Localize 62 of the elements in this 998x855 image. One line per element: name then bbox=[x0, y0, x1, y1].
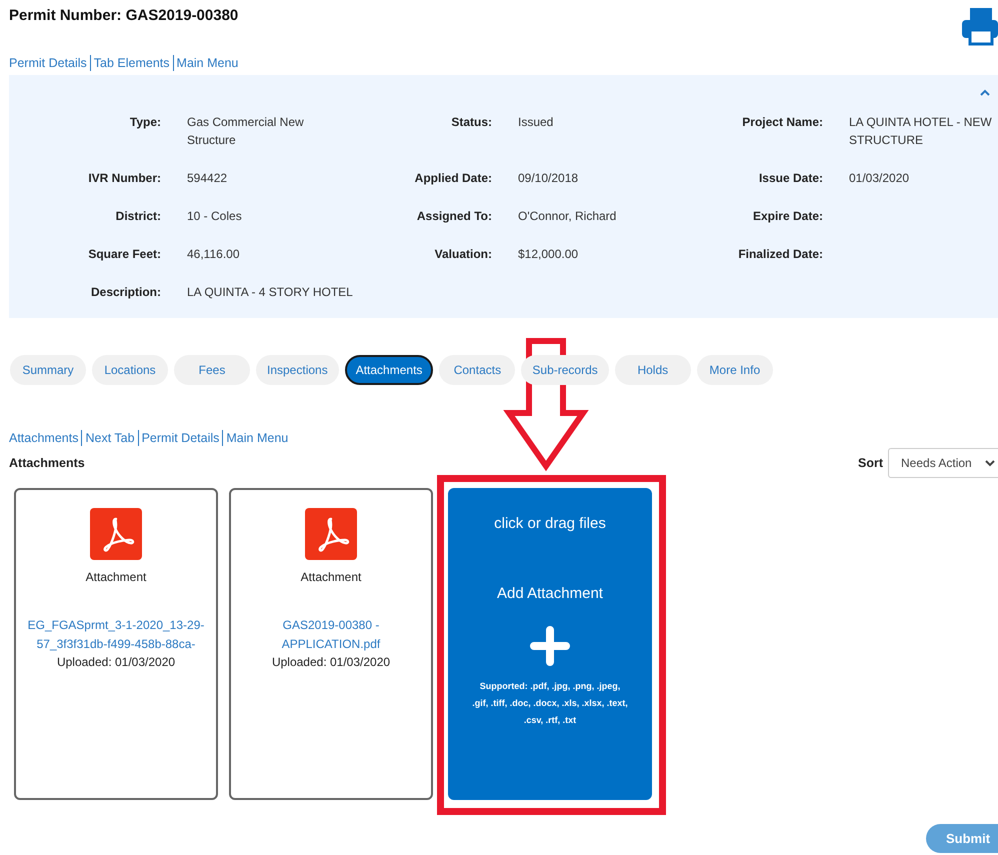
field-value: 594422 bbox=[187, 170, 228, 187]
tab[interactable]: Holds bbox=[614, 355, 691, 385]
page-title: Permit Number: GAS2019-00380 bbox=[9, 6, 238, 26]
field-label: Valuation: bbox=[434, 246, 492, 263]
field-label: Issue Date: bbox=[758, 170, 823, 187]
field-value: Gas Commercial New Structure bbox=[187, 114, 305, 149]
field-value: 10 - Coles bbox=[187, 208, 243, 225]
tab[interactable]: Contacts bbox=[439, 355, 516, 385]
submit-button[interactable]: Submit bbox=[926, 824, 998, 853]
field-label: Assigned To: bbox=[416, 208, 492, 225]
nav-link[interactable]: Attachments bbox=[9, 430, 78, 446]
section-title: Attachments bbox=[9, 456, 85, 470]
pdf-icon bbox=[90, 508, 142, 560]
field-label: Applied Date: bbox=[414, 170, 492, 187]
upload-hint: click or drag files bbox=[494, 514, 606, 534]
field-value: LA QUINTA - 4 STORY HOTEL bbox=[187, 284, 354, 301]
pdf-icon bbox=[305, 508, 357, 560]
field-label: Project Name: bbox=[741, 114, 823, 131]
plus-icon bbox=[530, 626, 570, 666]
attachment-card[interactable]: Attachment GAS2019-00380 - APPLICATION.pdf Uploaded: 01/03/2020 bbox=[229, 488, 433, 800]
nav-link[interactable]: Permit Details bbox=[9, 55, 87, 71]
attachment-card[interactable]: Attachment EG_FGASprmt_3-1-2020_13-29-57_3f3f31db-f499-458b-88ca- Uploaded: 01/03/2020 bbox=[14, 488, 218, 800]
sort-dropdown[interactable]: Needs Action bbox=[888, 448, 998, 478]
field-label: Type: bbox=[128, 114, 161, 131]
field-value: Issued bbox=[518, 114, 554, 131]
field-label: Square Feet: bbox=[87, 246, 161, 263]
printer-icon[interactable] bbox=[962, 6, 998, 46]
file-type-label: Attachment bbox=[86, 570, 146, 584]
upload-date: Uploaded: 01/03/2020 bbox=[272, 654, 390, 670]
upload-date: Uploaded: 01/03/2020 bbox=[56, 654, 176, 670]
field-label: Expire Date: bbox=[752, 208, 823, 225]
field-value: 09/10/2018 bbox=[518, 170, 580, 187]
field-label: Finalized Date: bbox=[737, 246, 823, 263]
field-value: LA QUINTA HOTEL - NEW STRUCTURE bbox=[849, 114, 993, 149]
collapse-chevron-icon[interactable] bbox=[980, 89, 990, 97]
sort-label: Sort bbox=[858, 456, 883, 470]
field-label: IVR Number: bbox=[87, 170, 161, 187]
field-value: O'Connor, Richard bbox=[518, 208, 618, 225]
field-label: Status: bbox=[450, 114, 492, 131]
file-name-link[interactable]: GAS2019-00380 - APPLICATION.pdf bbox=[241, 616, 421, 654]
field-value: 01/03/2020 bbox=[849, 170, 910, 187]
tab[interactable]: Locations bbox=[92, 355, 168, 385]
tab[interactable]: Sub-records bbox=[521, 355, 609, 385]
nav-link[interactable]: Permit Details bbox=[138, 430, 220, 446]
file-type-label: Attachment bbox=[300, 570, 362, 584]
field-value: 46,116.00 bbox=[187, 246, 240, 263]
add-attachment-tile[interactable]: click or drag files Add Attachment Supported: .pdf, .jpg, .png, .jpeg, .gif, .tiff, .doc, .docx, .xls, .xlsx, .text, .csv, .rtf, .txt bbox=[448, 488, 652, 800]
field-label: Description: bbox=[90, 284, 161, 301]
nav-link[interactable]: Main Menu bbox=[222, 430, 288, 446]
tab[interactable]: Inspections bbox=[256, 355, 339, 385]
nav-link[interactable]: Tab Elements bbox=[90, 55, 170, 71]
tab[interactable]: Attachments bbox=[344, 355, 434, 385]
nav-link[interactable]: Main Menu bbox=[172, 55, 238, 71]
supported-formats: Supported: .pdf, .jpg, .png, .jpeg, .gif, .tiff, .doc, .docx, .xls, .xlsx, .text, .csv, .rtf, .txt bbox=[471, 680, 629, 727]
field-label: District: bbox=[114, 208, 161, 225]
nav-link[interactable]: Next Tab bbox=[81, 430, 135, 446]
field-value: $12,000.00 bbox=[518, 246, 580, 263]
tile-title: Add Attachment bbox=[497, 584, 603, 604]
file-name-link[interactable]: EG_FGASprmt_3-1-2020_13-29-57_3f3f31db-f499-458b-88ca- bbox=[26, 616, 206, 654]
tab[interactable]: Fees bbox=[174, 355, 250, 385]
tab[interactable]: Summary bbox=[10, 355, 86, 385]
tab[interactable]: More Info bbox=[696, 355, 773, 385]
